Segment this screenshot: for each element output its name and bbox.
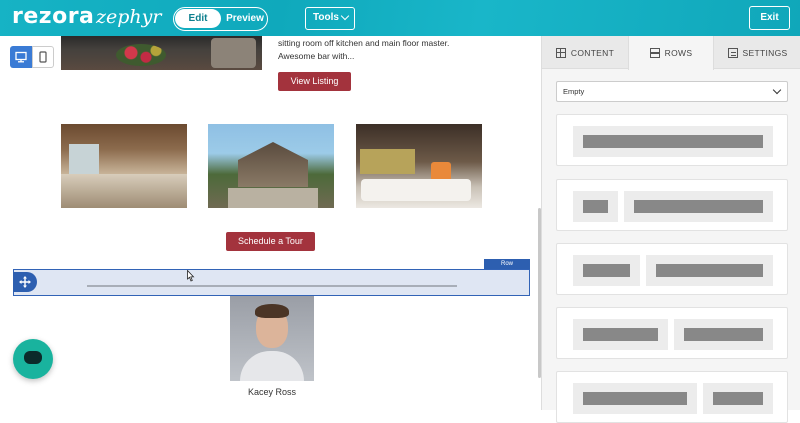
edit-button[interactable]: Edit [175, 9, 221, 28]
tab-rows[interactable]: ROWS [628, 36, 714, 70]
rows-icon [649, 48, 660, 58]
move-handle[interactable] [13, 272, 37, 292]
grid-icon [555, 47, 566, 58]
layout-cell [674, 319, 773, 350]
kitchen-window-shape [69, 144, 99, 174]
agent-photo[interactable] [230, 296, 314, 381]
mobile-view-button[interactable] [32, 46, 54, 68]
tab-settings-label: SETTINGS [742, 47, 788, 58]
tools-label: Tools [313, 12, 339, 23]
selected-empty-row[interactable] [13, 269, 530, 296]
layout-cell [573, 319, 668, 350]
desktop-icon [15, 51, 27, 63]
logo-sub: zephyr [96, 6, 162, 28]
window-view-shape [360, 149, 415, 174]
house-exterior-photo[interactable] [208, 124, 334, 208]
row-badge: Row [484, 259, 530, 269]
kitchen-counter-shape [61, 174, 187, 208]
agent-shirt-shape [240, 351, 304, 381]
logo: rezora [12, 4, 95, 29]
settings-doc-icon [727, 47, 738, 58]
device-switch [10, 46, 56, 68]
row-layout-1-column[interactable] [556, 114, 788, 166]
agent-hair-shape [255, 304, 289, 318]
tab-content[interactable]: CONTENT [542, 36, 628, 69]
exit-button[interactable]: Exit [749, 6, 790, 30]
chevron-down-icon [340, 11, 350, 21]
desktop-view-button[interactable] [10, 46, 32, 68]
chat-button[interactable] [13, 339, 53, 379]
panel-tabs: CONTENT ROWS SETTINGS [542, 36, 800, 70]
sofa-shape [361, 179, 471, 201]
chevron-down-icon [772, 85, 782, 95]
row-layout-2-1-columns[interactable] [556, 307, 788, 359]
kitchen-photo[interactable] [61, 124, 187, 208]
row-placeholder-line [87, 285, 457, 287]
row-layout-1-3-columns[interactable] [556, 179, 788, 231]
layout-cell [573, 191, 618, 222]
mouse-cursor-icon [187, 269, 195, 282]
living-room-photo[interactable] [356, 124, 482, 208]
listing-description: sitting room off kitchen and main floor … [278, 38, 450, 61]
chair-shape [211, 38, 256, 68]
layout-cell [573, 255, 640, 286]
builder-panel: CONTENT ROWS SETTINGS Empty [541, 36, 800, 423]
move-arrows-icon [19, 276, 31, 288]
preview-button[interactable]: Preview [223, 9, 267, 28]
tools-button[interactable]: Tools [305, 7, 355, 30]
chat-bubble-icon [24, 351, 42, 364]
agent-name: Kacey Ross [247, 387, 297, 397]
listing-hero-image[interactable] [61, 36, 262, 70]
tab-content-label: CONTENT [570, 47, 615, 58]
mobile-icon [39, 51, 47, 63]
house-shape [238, 142, 308, 187]
edit-preview-toggle: Edit Preview [173, 7, 268, 31]
schedule-tour-button[interactable]: Schedule a Tour [226, 232, 315, 251]
row-type-select[interactable]: Empty [556, 81, 788, 102]
flowers-shape [116, 44, 166, 66]
row-layout-1-2-columns[interactable] [556, 243, 788, 295]
row-type-value: Empty [563, 87, 585, 96]
layout-cell [624, 191, 773, 222]
tab-settings[interactable]: SETTINGS [714, 36, 800, 69]
layout-cell [573, 126, 773, 157]
layout-cell [646, 255, 773, 286]
row-layout-3-1-columns[interactable] [556, 371, 788, 423]
tab-rows-label: ROWS [664, 48, 693, 58]
email-canvas: sitting room off kitchen and main floor … [0, 36, 541, 410]
layout-cell [573, 383, 697, 414]
top-bar: rezora zephyr Edit Preview Tools Exit [0, 0, 800, 36]
driveway-shape [228, 188, 318, 208]
view-listing-button[interactable]: View Listing [278, 72, 351, 91]
layout-cell [703, 383, 773, 414]
